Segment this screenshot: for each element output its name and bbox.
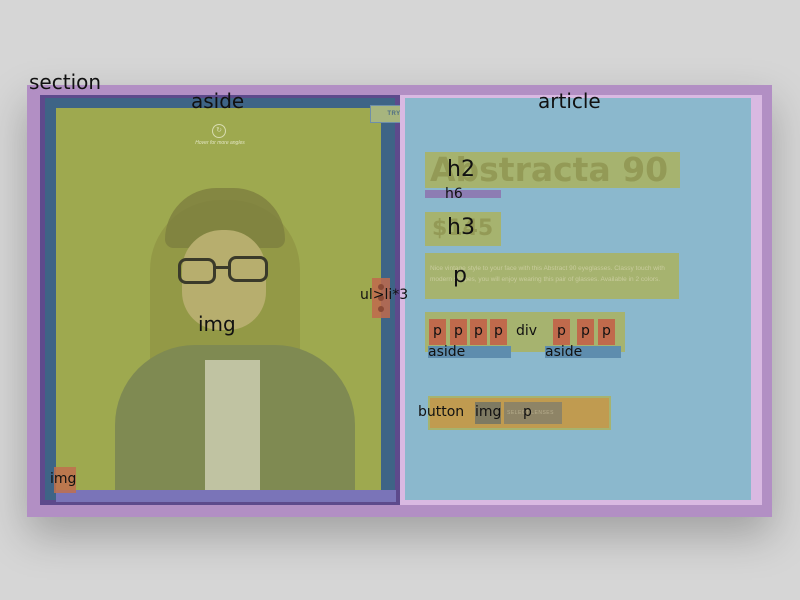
label-swatch-p: p [494, 323, 503, 339]
photo-shirt [205, 360, 260, 490]
label-section: section [29, 70, 102, 94]
label-swatch-p: p [557, 323, 566, 339]
label-h6: h6 [445, 186, 463, 202]
label-h2: h2 [447, 157, 475, 182]
label-h3: h3 [447, 215, 475, 240]
product-photo[interactable] [56, 108, 381, 490]
label-img-thumb: img [50, 471, 77, 487]
label-aside-a: aside [428, 344, 466, 360]
hover-hint: Hover for more angles [195, 140, 245, 146]
photo-glasses-left [178, 258, 216, 284]
label-swatch-p: p [474, 323, 483, 339]
label-button: button [418, 404, 465, 420]
label-button-img: img [475, 404, 502, 420]
label-div: div [516, 323, 538, 339]
label-aside-b: aside [545, 344, 583, 360]
label-article: article [538, 89, 601, 113]
photo-glasses-right [228, 256, 268, 282]
angle-dot-3[interactable] [378, 306, 384, 312]
product-description: Nice vintage style to your face with thi… [430, 265, 665, 283]
label-swatch-p: p [581, 323, 590, 339]
photo-glasses-bridge [214, 266, 230, 269]
label-img-main: img [198, 312, 236, 336]
label-button-p: p [523, 404, 532, 420]
label-ul: ul>li*3 [360, 287, 409, 303]
label-aside: aside [191, 89, 245, 113]
label-swatch-p: p [433, 323, 442, 339]
label-p: p [453, 263, 467, 288]
label-swatch-p: p [454, 323, 463, 339]
label-swatch-p: p [602, 323, 611, 339]
rotate-icon: ↻ [212, 124, 226, 138]
subtitle-bar [425, 190, 501, 198]
photo-bottom-strip [56, 490, 396, 502]
